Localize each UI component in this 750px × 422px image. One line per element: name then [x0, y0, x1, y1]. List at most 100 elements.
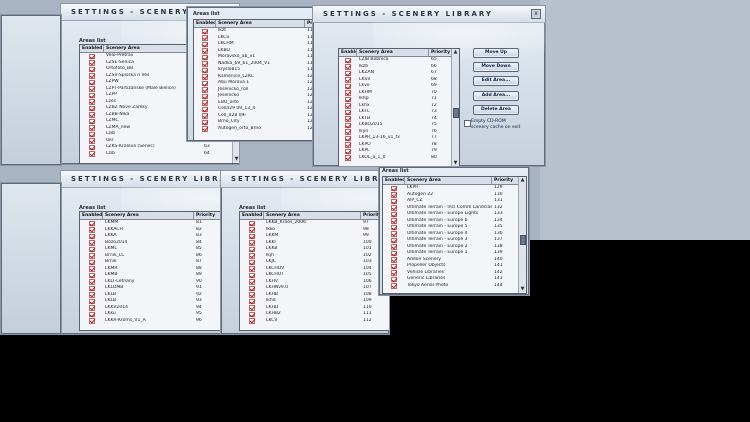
- enabled-checkbox[interactable]: [345, 83, 351, 89]
- enabled-checkbox[interactable]: [345, 135, 351, 141]
- enabled-checkbox[interactable]: [391, 257, 397, 263]
- column-header-area[interactable]: Scenery Area: [216, 20, 305, 27]
- enabled-checkbox[interactable]: [249, 305, 255, 311]
- column-header-area[interactable]: Scenery Area: [405, 177, 492, 184]
- table-row[interactable]: Lzib 64: [80, 151, 233, 158]
- column-header-enabled[interactable]: Enabled: [383, 177, 405, 184]
- enabled-checkbox[interactable]: [249, 285, 255, 291]
- table-row[interactable]: Tokyo Aerial Photo 144: [383, 283, 519, 290]
- enabled-checkbox[interactable]: [391, 263, 397, 269]
- enabled-checkbox[interactable]: [202, 67, 208, 73]
- enabled-checkbox[interactable]: [89, 99, 95, 105]
- table-row[interactable]: LKOL_a_1_0 80: [339, 155, 452, 162]
- enabled-checkbox[interactable]: [202, 74, 208, 80]
- enabled-checkbox[interactable]: [345, 90, 351, 96]
- list-scrollbar[interactable]: ▲▼: [451, 49, 459, 166]
- enabled-checkbox[interactable]: [345, 109, 351, 115]
- areas-list[interactable]: EnabledScenery AreaPriorityLZIB Bobnica6…: [338, 48, 460, 166]
- scroll-up-icon[interactable]: ▲: [520, 178, 525, 183]
- enabled-checkbox[interactable]: [202, 41, 208, 47]
- enabled-checkbox[interactable]: [202, 126, 208, 132]
- enabled-checkbox[interactable]: [89, 125, 95, 131]
- enabled-checkbox[interactable]: [202, 61, 208, 67]
- enabled-checkbox[interactable]: [391, 211, 397, 217]
- enabled-checkbox[interactable]: [89, 292, 95, 298]
- enabled-checkbox[interactable]: [249, 279, 255, 285]
- enabled-checkbox[interactable]: [249, 311, 255, 317]
- enabled-checkbox[interactable]: [391, 237, 397, 243]
- enabled-checkbox[interactable]: [202, 87, 208, 93]
- column-header-area[interactable]: Scenery Area: [103, 212, 194, 219]
- enabled-checkbox[interactable]: [202, 35, 208, 41]
- enabled-checkbox[interactable]: [345, 96, 351, 102]
- enabled-checkbox[interactable]: [391, 244, 397, 250]
- enabled-checkbox[interactable]: [345, 64, 351, 70]
- enabled-checkbox[interactable]: [89, 151, 95, 157]
- enabled-checkbox[interactable]: [89, 318, 95, 324]
- areas-list[interactable]: Enabled Scenery Area Priority LKPR 129 Autoge…: [382, 176, 527, 294]
- enabled-checkbox[interactable]: [89, 266, 95, 272]
- enabled-checkbox[interactable]: [89, 246, 95, 252]
- move-down-button[interactable]: Move Down: [473, 62, 519, 72]
- enabled-checkbox[interactable]: [391, 218, 397, 224]
- enabled-checkbox[interactable]: [89, 305, 95, 311]
- enabled-checkbox[interactable]: [202, 119, 208, 125]
- enabled-checkbox[interactable]: [202, 54, 208, 60]
- column-header-priority[interactable]: Priority: [492, 177, 519, 184]
- scroll-down-icon[interactable]: ▼: [520, 287, 525, 292]
- enabled-checkbox[interactable]: [89, 298, 95, 304]
- enabled-checkbox[interactable]: [89, 144, 95, 150]
- enabled-checkbox[interactable]: [345, 122, 351, 128]
- enabled-checkbox[interactable]: [89, 66, 95, 72]
- enabled-checkbox[interactable]: [391, 205, 397, 211]
- enabled-checkbox[interactable]: [202, 93, 208, 99]
- enabled-checkbox[interactable]: [89, 253, 95, 259]
- enabled-checkbox[interactable]: [202, 106, 208, 112]
- column-header-enabled[interactable]: Enabled: [240, 212, 264, 219]
- enabled-checkbox[interactable]: [345, 148, 351, 154]
- enabled-checkbox[interactable]: [391, 198, 397, 204]
- enabled-checkbox[interactable]: [391, 231, 397, 237]
- column-header-enabled[interactable]: Enabled: [194, 20, 216, 27]
- enabled-checkbox[interactable]: [345, 70, 351, 76]
- enabled-checkbox[interactable]: [345, 116, 351, 122]
- enabled-checkbox[interactable]: [202, 80, 208, 86]
- enabled-checkbox[interactable]: [345, 129, 351, 135]
- scroll-up-icon[interactable]: ▲: [453, 50, 458, 55]
- scroll-thumb[interactable]: [520, 235, 526, 245]
- column-header-priority[interactable]: Priority: [429, 49, 452, 56]
- enabled-checkbox[interactable]: [89, 233, 95, 239]
- column-header-enabled[interactable]: Enabled: [80, 212, 103, 219]
- enabled-checkbox[interactable]: [391, 283, 397, 289]
- enabled-checkbox[interactable]: [202, 48, 208, 54]
- enabled-checkbox[interactable]: [89, 53, 95, 59]
- enabled-checkbox[interactable]: [391, 224, 397, 230]
- enabled-checkbox[interactable]: [89, 272, 95, 278]
- enabled-checkbox[interactable]: [249, 272, 255, 278]
- enabled-checkbox[interactable]: [345, 142, 351, 148]
- enabled-checkbox[interactable]: [345, 77, 351, 83]
- enabled-checkbox[interactable]: [89, 105, 95, 111]
- close-icon[interactable]: x: [531, 9, 541, 19]
- enabled-checkbox[interactable]: [249, 292, 255, 298]
- enabled-checkbox[interactable]: [391, 276, 397, 282]
- empty-cache-checkbox[interactable]: [464, 120, 471, 127]
- enabled-checkbox[interactable]: [89, 131, 95, 137]
- enabled-checkbox[interactable]: [249, 220, 255, 226]
- enabled-checkbox[interactable]: [89, 86, 95, 92]
- enabled-checkbox[interactable]: [249, 233, 255, 239]
- enabled-checkbox[interactable]: [89, 73, 95, 79]
- move-up-button[interactable]: Move Up: [473, 48, 519, 58]
- areas-list[interactable]: Enabled Scenery Area Priority LKMM 81 LKKACH 8…: [79, 211, 221, 331]
- enabled-checkbox[interactable]: [89, 311, 95, 317]
- column-header-area[interactable]: Scenery Area: [357, 49, 429, 56]
- enabled-checkbox[interactable]: [345, 57, 351, 63]
- enabled-checkbox[interactable]: [89, 220, 95, 226]
- column-header-area[interactable]: Scenery Area: [264, 212, 361, 219]
- column-header-enabled[interactable]: Enabled: [80, 45, 104, 52]
- enabled-checkbox[interactable]: [391, 185, 397, 191]
- enabled-checkbox[interactable]: [249, 253, 255, 259]
- scroll-down-icon[interactable]: ▼: [234, 157, 239, 162]
- enabled-checkbox[interactable]: [249, 240, 255, 246]
- column-header-enabled[interactable]: Enabled: [339, 49, 357, 56]
